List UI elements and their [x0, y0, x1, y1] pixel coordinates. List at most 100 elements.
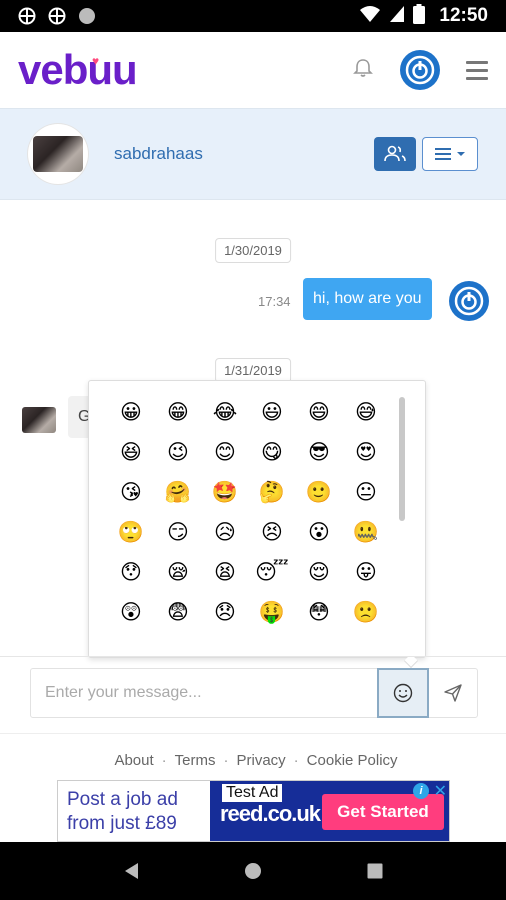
- smile-icon: [393, 683, 413, 703]
- emoji-option[interactable]: 🤐: [346, 521, 386, 545]
- emoji-option[interactable]: 😀: [111, 401, 151, 425]
- emoji-option[interactable]: 🤔: [252, 481, 292, 505]
- footer-link-privacy[interactable]: Privacy: [236, 752, 285, 769]
- message-input[interactable]: [31, 669, 377, 717]
- contact-bar: sabdrahaas: [0, 108, 506, 200]
- contact-avatar[interactable]: [28, 124, 88, 184]
- message-time: 17:34: [258, 294, 291, 309]
- ad-brand: reed.co.uk: [220, 801, 321, 826]
- emoji-option[interactable]: 😞: [205, 601, 245, 625]
- emoji-option[interactable]: 😃: [252, 401, 292, 425]
- emoji-option[interactable]: 🤩: [205, 481, 245, 505]
- globe-icon: [48, 7, 66, 25]
- recents-icon[interactable]: [366, 862, 384, 880]
- power-icon: [454, 286, 484, 316]
- bell-icon[interactable]: [352, 57, 374, 84]
- emoji-option[interactable]: 😳: [299, 601, 339, 625]
- emoji-option[interactable]: 😣: [252, 521, 292, 545]
- emoji-grid: 😀 😁 😂 😃 😄 😅 😆 😉 😊 😋 😎 😍 😘 🤗 🤩 🤔 🙂 😐 🙄 😏 😥 😣 😮 🤐 😯 😪 😫 😴 😌 😛 😲 😨 😞 🤑 😳 🙁: [111, 401, 386, 625]
- status-bar: 12:50: [0, 0, 506, 32]
- message-composer: [30, 668, 478, 718]
- emoji-option[interactable]: 😂: [205, 401, 245, 425]
- signal-icon: [389, 5, 405, 28]
- emoji-option[interactable]: 😄: [299, 401, 339, 425]
- emoji-option[interactable]: 😐: [346, 481, 386, 505]
- emoji-option[interactable]: 😯: [111, 561, 151, 585]
- wifi-icon: [359, 5, 381, 28]
- emoji-option[interactable]: 🙁: [346, 601, 386, 625]
- close-icon[interactable]: ✕: [434, 781, 447, 801]
- message-bubble-outgoing[interactable]: hi, how are you: [303, 278, 432, 320]
- clock: 12:50: [439, 5, 488, 26]
- ad-banner[interactable]: Post a job ad from just £89 Test Ad reed…: [57, 780, 450, 842]
- emoji-option[interactable]: 😋: [252, 441, 292, 465]
- footer-link-cookie-policy[interactable]: Cookie Policy: [307, 752, 398, 769]
- screen: 12:50 vebuu ♥ sabdrahaas 1/30/2019 17:34…: [0, 0, 506, 900]
- ad-text-line: Post a job ad: [67, 789, 178, 810]
- emoji-option[interactable]: 😁: [158, 401, 198, 425]
- globe-icon: [18, 7, 36, 25]
- system-nav-bar: [0, 842, 506, 900]
- contact-name[interactable]: sabdrahaas: [114, 144, 203, 164]
- emoji-option[interactable]: 😆: [111, 441, 151, 465]
- emoji-option[interactable]: 😲: [111, 601, 151, 625]
- emoji-option[interactable]: 🤗: [158, 481, 198, 505]
- emoji-option[interactable]: 😏: [158, 521, 198, 545]
- emoji-picker: 😀 😁 😂 😃 😄 😅 😆 😉 😊 😋 😎 😍 😘 🤗 🤩 🤔 🙂 😐 🙄 😏 😥 😣 😮 🤐 😯 😪 😫 😴 😌 😛 😲 😨 😞 🤑 😳 🙁: [88, 380, 426, 658]
- options-dropdown-button[interactable]: [422, 137, 478, 171]
- logo-text: vebuu: [18, 46, 138, 93]
- emoji-option[interactable]: 😉: [158, 441, 198, 465]
- footer-separator: ·: [293, 752, 299, 769]
- emoji-button[interactable]: [377, 668, 429, 718]
- people-button[interactable]: [374, 137, 416, 171]
- emoji-option[interactable]: 😴: [252, 561, 292, 585]
- back-icon[interactable]: [122, 861, 140, 881]
- app-header: vebuu ♥: [0, 32, 506, 108]
- emoji-option[interactable]: 😨: [158, 601, 198, 625]
- emoji-option[interactable]: 😅: [346, 401, 386, 425]
- emoji-option[interactable]: 😥: [205, 521, 245, 545]
- power-icon: [405, 55, 435, 85]
- emoji-option[interactable]: 😪: [158, 561, 198, 585]
- footer-link-about[interactable]: About: [114, 752, 153, 769]
- emoji-option[interactable]: 🤑: [252, 601, 292, 625]
- emoji-option[interactable]: 😊: [205, 441, 245, 465]
- heart-icon: ♥: [92, 54, 99, 68]
- user-menu-button[interactable]: [400, 50, 440, 90]
- divider: [0, 733, 506, 734]
- divider: [0, 656, 506, 657]
- send-button[interactable]: [429, 668, 477, 718]
- footer-links: About · Terms · Privacy · Cookie Policy: [0, 752, 506, 769]
- footer-separator: ·: [161, 752, 167, 769]
- my-avatar: [449, 281, 489, 321]
- emoji-option[interactable]: 🙂: [299, 481, 339, 505]
- info-icon[interactable]: i: [413, 783, 429, 799]
- dot-icon: [78, 7, 96, 25]
- emoji-option[interactable]: 🙄: [111, 521, 151, 545]
- ad-cta-button[interactable]: Get Started: [322, 794, 444, 830]
- contact-message-avatar: [22, 407, 56, 433]
- chevron-down-icon: [457, 152, 465, 156]
- people-icon: [384, 145, 406, 162]
- footer-separator: ·: [223, 752, 229, 769]
- ad-copy: Post a job ad from just £89: [58, 781, 210, 841]
- logo[interactable]: vebuu ♥: [18, 46, 138, 94]
- list-icon: [435, 148, 451, 160]
- emoji-scrollbar[interactable]: [399, 397, 405, 521]
- emoji-option[interactable]: 😫: [205, 561, 245, 585]
- battery-icon: [413, 3, 426, 29]
- emoji-option[interactable]: 😘: [111, 481, 151, 505]
- emoji-option[interactable]: 😍: [346, 441, 386, 465]
- send-icon: [444, 684, 462, 702]
- date-separator: 1/30/2019: [215, 238, 291, 263]
- ad-tag: Test Ad: [222, 784, 283, 802]
- emoji-option[interactable]: 😌: [299, 561, 339, 585]
- emoji-option[interactable]: 😎: [299, 441, 339, 465]
- home-icon[interactable]: [243, 861, 263, 881]
- emoji-option[interactable]: 😛: [346, 561, 386, 585]
- menu-icon[interactable]: [466, 60, 488, 80]
- ad-text-line: from just £89: [67, 813, 177, 834]
- emoji-option[interactable]: 😮: [299, 521, 339, 545]
- ad-brand-area: Test Ad reed.co.uk Get Started i ✕: [210, 781, 449, 841]
- footer-link-terms[interactable]: Terms: [175, 752, 216, 769]
